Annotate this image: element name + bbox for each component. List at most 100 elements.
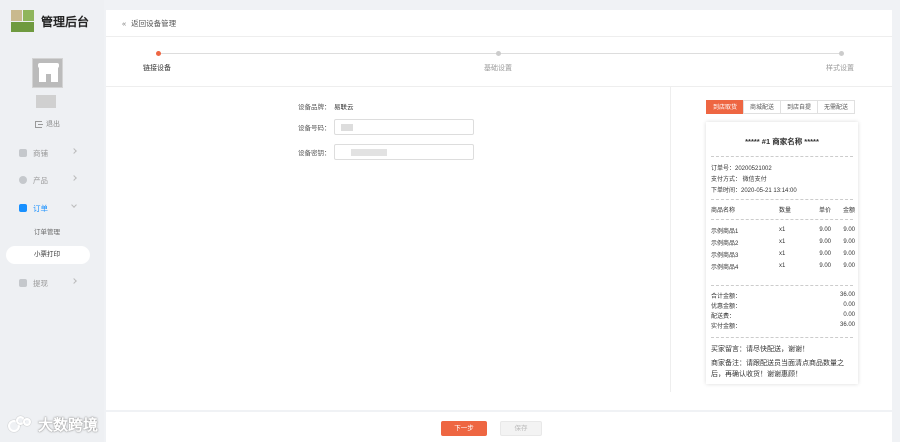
- chevron-right-icon: [71, 278, 77, 284]
- step-dot-3: [839, 51, 844, 56]
- sub-item-order-manage[interactable]: 订单管理: [6, 224, 90, 242]
- total-row: 实付金额： 36.00: [711, 320, 855, 330]
- item-name: 示例商品3: [711, 252, 739, 259]
- shop-icon: [38, 63, 59, 82]
- nav-item-product[interactable]: 产品: [0, 171, 104, 189]
- device-form: 设备品牌： 易联云 设备号码： 设备密钥：: [298, 100, 474, 169]
- total-label: 合计金额：: [711, 293, 742, 300]
- brand-label: 设备品牌：: [298, 104, 331, 111]
- item-price: 9.00: [819, 251, 831, 257]
- device-key-input[interactable]: [334, 144, 474, 160]
- header-cell: 商品名称: [711, 207, 736, 214]
- item-qty: x1: [779, 227, 786, 233]
- receipt-tabs: 到店取货 商城配送 到店自提 无需配送: [706, 100, 856, 114]
- total-label: 配送费：: [711, 313, 736, 320]
- app-title: 管理后台: [41, 14, 90, 29]
- item-amount: 9.00: [843, 239, 855, 245]
- seller-note: 商家备注：请跟配送员当面清点商品数量之后，再确认收货！谢谢惠顾！: [711, 360, 844, 378]
- order-time: 下单时间：2020-05-21 13:14:00: [711, 188, 797, 194]
- total-row: 优惠金额： 0.00: [711, 300, 855, 310]
- watermark: 大数跨境: [8, 414, 98, 435]
- item-qty: x1: [779, 251, 786, 257]
- app-logo: 管理后台: [11, 10, 89, 32]
- watermark-logo-icon: [8, 415, 34, 434]
- item-name: 示例商品4: [711, 264, 739, 271]
- nav-item-shop[interactable]: 商铺: [0, 144, 104, 162]
- tab-pickup[interactable]: 到店取货: [706, 100, 745, 114]
- step-label-3[interactable]: 样式设置: [826, 63, 854, 73]
- step-label-1[interactable]: 链接设备: [143, 63, 171, 73]
- item-price: 9.00: [819, 227, 831, 233]
- total-label: 优惠金额：: [711, 303, 742, 310]
- divider: [711, 337, 853, 338]
- nav-label: 提现: [33, 278, 48, 288]
- back-label: 返回设备管理: [131, 18, 177, 28]
- table-row: 示例商品1 x1 9.00 9.00: [711, 224, 855, 236]
- double-chevron-left-icon: «: [122, 18, 127, 28]
- item-qty: x1: [779, 239, 786, 245]
- header-cell: 金额: [842, 207, 855, 214]
- table-row: 示例商品2 x1 9.00 9.00: [711, 236, 855, 248]
- chevron-right-icon: [71, 148, 77, 154]
- pay-method: 支付方式： 微信支付: [711, 177, 767, 183]
- save-button[interactable]: 保存: [500, 421, 542, 436]
- footer-bar: 下一步 保存: [106, 412, 892, 442]
- chevron-down-icon: [71, 202, 77, 208]
- total-value: 36.00: [839, 292, 855, 298]
- chevron-right-icon: [71, 175, 77, 181]
- device-code-input[interactable]: [334, 119, 474, 135]
- item-qty: x1: [779, 263, 786, 269]
- receipt-table-header: 商品名称 数量 单价 金额: [711, 203, 855, 215]
- total-value: 0.00: [843, 302, 855, 308]
- tab-no-delivery[interactable]: 无需配送: [817, 100, 856, 114]
- divider: [106, 86, 892, 87]
- back-link[interactable]: « 返回设备管理: [106, 10, 892, 37]
- shop-avatar[interactable]: [32, 58, 63, 88]
- buyer-note: 买家留言：请尽快配送，谢谢！: [711, 346, 809, 353]
- nav-label: 订单: [33, 203, 48, 213]
- receipt-totals: 合计金额： 36.00 优惠金额： 0.00 配送费： 0.00 实付金额： 36.00: [711, 290, 855, 330]
- nav-item-order[interactable]: 订单: [0, 199, 104, 217]
- item-name: 示例商品1: [711, 228, 739, 235]
- tab-self-pickup[interactable]: 到店自提: [780, 100, 819, 114]
- receipt-preview: ***** #1 商家名称 ***** 订单号：20200521002 支付方式…: [706, 122, 858, 384]
- item-amount: 9.00: [843, 263, 855, 269]
- divider: [711, 199, 853, 200]
- brand-value: 易联云: [334, 104, 354, 111]
- step-label-2[interactable]: 基础设置: [484, 63, 512, 73]
- redacted-value: [351, 149, 387, 156]
- divider: [711, 156, 853, 157]
- nav-label: 商铺: [33, 148, 48, 158]
- total-value: 0.00: [843, 312, 855, 318]
- redacted-value: [341, 124, 353, 131]
- order-no: 订单号：20200521002: [711, 166, 772, 172]
- logout-icon: [35, 120, 43, 128]
- code-row: 设备号码：: [298, 119, 474, 135]
- watermark-text: 大数跨境: [38, 417, 99, 434]
- logout-link[interactable]: 退出: [35, 119, 60, 129]
- step-dot-2: [496, 51, 501, 56]
- shop-nav-icon: [19, 149, 27, 157]
- brand-row: 设备品牌： 易联云: [298, 100, 474, 112]
- total-label: 实付金额：: [711, 323, 742, 330]
- tab-mall-delivery[interactable]: 商城配送: [743, 100, 782, 114]
- withdraw-nav-icon: [19, 279, 27, 287]
- divider: [670, 87, 671, 392]
- nav-label: 产品: [33, 175, 48, 185]
- order-nav-icon: [19, 204, 27, 212]
- sidebar: 管理后台 退出 商铺 产品 订单 订单管理 小票打印 提现: [0, 0, 104, 442]
- item-price: 9.00: [819, 239, 831, 245]
- divider: [711, 285, 853, 286]
- receipt-items: 示例商品1 x1 9.00 9.00 示例商品2 x1 9.00 9.00 示例…: [711, 224, 855, 272]
- header-cell: 单价: [818, 207, 831, 214]
- next-step-button[interactable]: 下一步: [441, 421, 487, 436]
- table-row: 示例商品4 x1 9.00 9.00: [711, 260, 855, 272]
- item-amount: 9.00: [843, 251, 855, 257]
- receipt-title: ***** #1 商家名称 *****: [745, 137, 819, 146]
- main-panel: « 返回设备管理 链接设备 基础设置 样式设置 设备品牌： 易联云 设备号码： …: [106, 10, 892, 410]
- nav-item-withdraw[interactable]: 提现: [0, 274, 104, 292]
- logo-icon: [11, 10, 35, 32]
- item-price: 9.00: [819, 263, 831, 269]
- sub-item-receipt-print[interactable]: 小票打印: [6, 246, 90, 264]
- step-dot-1: [156, 51, 161, 56]
